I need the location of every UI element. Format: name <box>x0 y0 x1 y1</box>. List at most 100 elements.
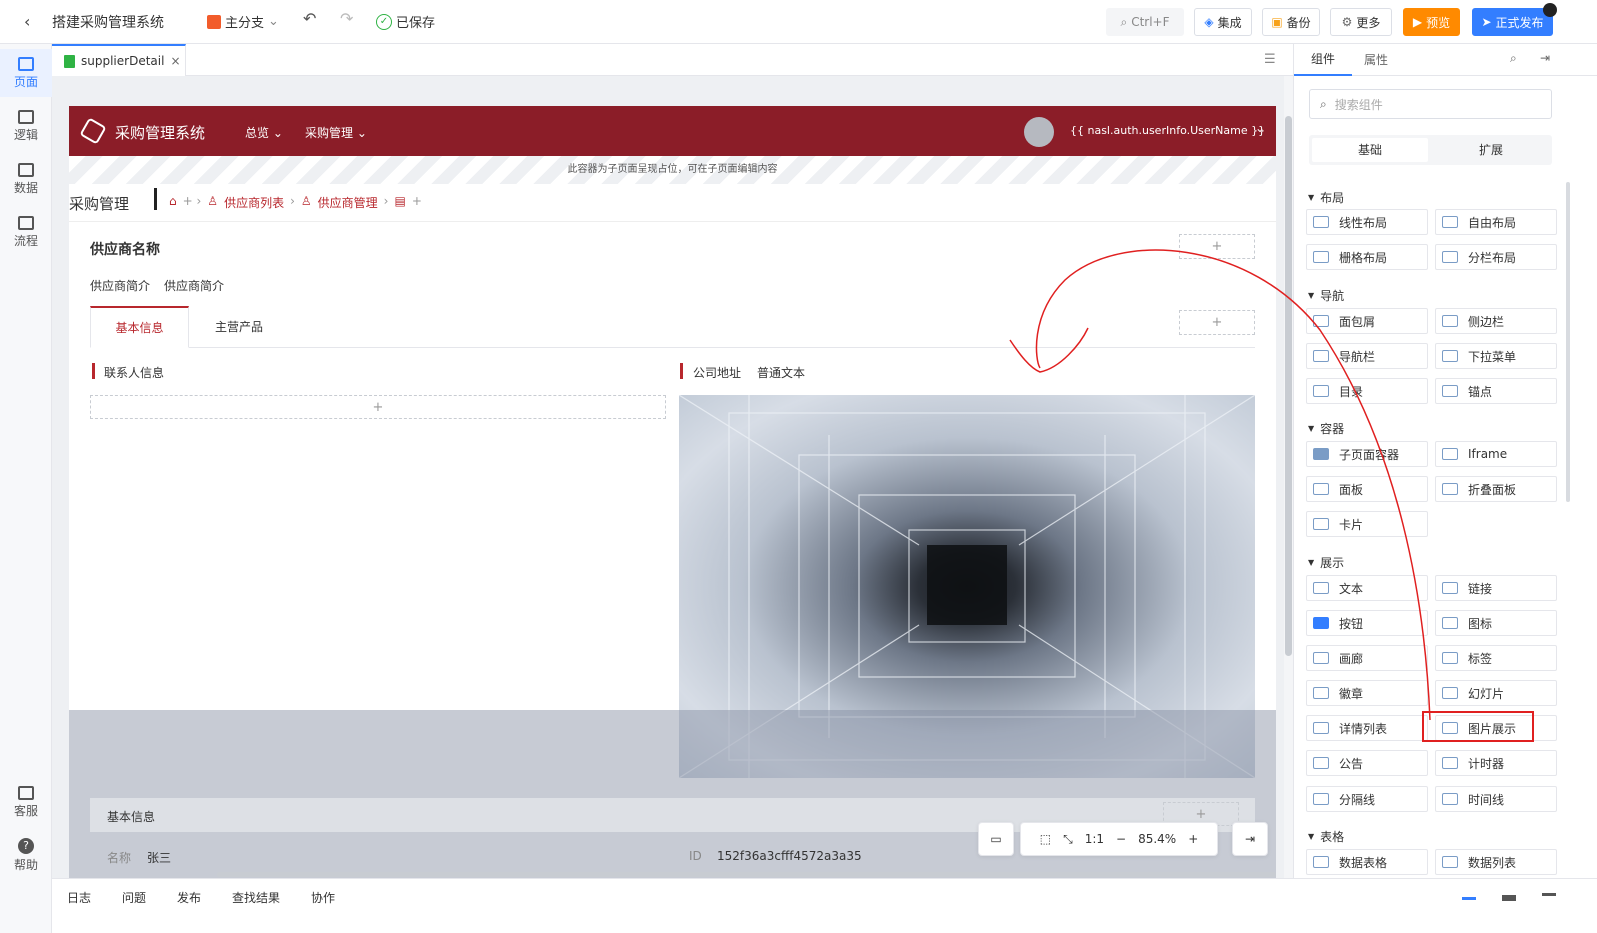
add-slot[interactable]: + <box>1179 234 1255 259</box>
comp-grid-layout[interactable]: 栅格布局 <box>1306 244 1428 270</box>
breadcrumb-item[interactable]: 供应商列表 <box>224 194 284 211</box>
horizontal-scrollbar[interactable] <box>217 872 1276 877</box>
component-search-input[interactable]: ⌕ 搜索组件 <box>1309 89 1552 119</box>
comp-button[interactable]: 按钮 <box>1306 610 1428 636</box>
comp-free-layout[interactable]: 自由布局 <box>1435 209 1557 235</box>
comp-card[interactable]: 卡片 <box>1306 511 1428 537</box>
comp-detail-list[interactable]: 详情列表 <box>1306 715 1428 741</box>
vertical-scrollbar[interactable] <box>1284 76 1293 878</box>
list-icon[interactable]: ☰ <box>1264 52 1276 67</box>
sidebar-item-logic[interactable]: 逻辑 <box>0 102 52 150</box>
comp-text[interactable]: 文本 <box>1306 575 1428 601</box>
section-header[interactable]: ▼ 导航 <box>1308 287 1344 304</box>
sidebar-item-data[interactable]: 数据 <box>0 155 52 203</box>
chevron-down-icon[interactable]: ⌄ <box>1255 121 1265 135</box>
comp-navbar[interactable]: 导航栏 <box>1306 343 1428 369</box>
tab-publish[interactable]: 发布 <box>177 889 201 906</box>
select-icon[interactable]: ⬚ <box>1040 832 1051 846</box>
search-shortcut: Ctrl+F <box>1131 15 1170 29</box>
tab-main-products[interactable]: 主营产品 <box>189 306 289 348</box>
undo-icon[interactable]: ↶ <box>303 9 316 28</box>
section-header[interactable]: ▼ 表格 <box>1308 828 1344 845</box>
comp-link[interactable]: 链接 <box>1435 575 1557 601</box>
section-header[interactable]: ▼ 容器 <box>1308 420 1344 437</box>
sidebar-item-page[interactable]: 页面 <box>0 49 52 97</box>
help-icon: ? <box>18 837 34 854</box>
comp-linear-layout[interactable]: 线性布局 <box>1306 209 1428 235</box>
zoom-out-button[interactable]: − <box>1116 832 1126 846</box>
subtab-extended[interactable]: 扩展 <box>1433 138 1549 162</box>
publish-button[interactable]: ➤ 正式发布 <box>1472 8 1553 36</box>
section-header[interactable]: ▼ 布局 <box>1308 189 1344 206</box>
search-button[interactable]: ⌕ Ctrl+F <box>1106 8 1184 36</box>
device-toggle-button[interactable]: ▭ <box>978 822 1014 856</box>
comp-tag[interactable]: 标签 <box>1435 645 1557 671</box>
comp-collapse[interactable]: 折叠面板 <box>1435 476 1557 502</box>
comp-badge[interactable]: 徽章 <box>1306 680 1428 706</box>
tab-search-results[interactable]: 查找结果 <box>232 889 280 906</box>
redo-icon[interactable]: ↷ <box>340 9 353 28</box>
column-layout-icon <box>1442 251 1458 263</box>
panel-scrollbar[interactable] <box>1566 182 1570 502</box>
sidebar-icon <box>1442 315 1458 327</box>
carousel-icon <box>1442 687 1458 699</box>
comp-breadcrumb[interactable]: 面包屑 <box>1306 308 1428 334</box>
tab-collaboration[interactable]: 协作 <box>311 889 335 906</box>
comp-data-table[interactable]: 数据表格 <box>1306 849 1428 875</box>
field-name-label: 名称 <box>107 851 132 865</box>
tab-components[interactable]: 组件 <box>1294 44 1352 76</box>
collapse-panel-button[interactable]: ⇥ <box>1232 822 1268 856</box>
menu-overview[interactable]: 总览 ⌄ <box>245 124 283 141</box>
section-header[interactable]: ▼ 展示 <box>1308 554 1344 571</box>
comp-timeline[interactable]: 时间线 <box>1435 786 1557 812</box>
preview-button[interactable]: ▶ 预览 <box>1403 8 1460 36</box>
comp-notice[interactable]: 公告 <box>1306 750 1428 776</box>
add-slot[interactable]: + <box>90 395 666 419</box>
sidebar-item-support[interactable]: 客服 <box>0 778 52 826</box>
comp-gallery[interactable]: 画廊 <box>1306 645 1428 671</box>
menu-procurement[interactable]: 采购管理 ⌄ <box>305 124 367 141</box>
shrink-icon[interactable]: ⤡ <box>1063 832 1073 847</box>
comp-timer[interactable]: 计时器 <box>1435 750 1557 776</box>
more-button[interactable]: ⚙ 更多 <box>1330 8 1392 36</box>
back-button[interactable]: ‹ <box>24 12 30 31</box>
comp-dropdown[interactable]: 下拉菜单 <box>1435 343 1557 369</box>
breadcrumb-item[interactable]: 供应商管理 <box>318 194 378 211</box>
subtab-basic[interactable]: 基础 <box>1312 138 1428 162</box>
add-slot[interactable]: + <box>1179 310 1255 335</box>
integrate-button[interactable]: ◈ 集成 <box>1194 8 1252 36</box>
home-icon[interactable]: ⌂ <box>169 194 177 211</box>
comp-toc[interactable]: 目录 <box>1306 378 1428 404</box>
zoom-in-button[interactable]: + <box>1188 832 1198 846</box>
comp-sidebar[interactable]: 侧边栏 <box>1435 308 1557 334</box>
tab-issues[interactable]: 问题 <box>122 889 146 906</box>
backup-button[interactable]: ▣ 备份 <box>1262 8 1320 36</box>
sidebar-item-help[interactable]: ? 帮助 <box>0 831 52 879</box>
comp-data-list[interactable]: 数据列表 <box>1435 849 1557 875</box>
comp-subpage-container[interactable]: 子页面容器 <box>1306 441 1428 467</box>
avatar[interactable] <box>1024 117 1054 147</box>
comp-iframe[interactable]: Iframe <box>1435 441 1557 467</box>
comp-anchor[interactable]: 锚点 <box>1435 378 1557 404</box>
sidebar-item-flow[interactable]: 流程 <box>0 208 52 256</box>
supplier-intro: 供应商简介 供应商简介 <box>90 279 225 293</box>
tab-basic-info[interactable]: 基本信息 <box>90 306 189 348</box>
file-tab[interactable]: supplierDetail × <box>52 44 186 76</box>
branch-selector[interactable]: 主分支 ⌄ <box>207 12 279 31</box>
app-header: 采购管理系统 总览 ⌄ 采购管理 ⌄ {{ nasl.auth.userInfo… <box>69 106 1276 156</box>
tab-properties[interactable]: 属性 <box>1352 44 1400 76</box>
zoom-reset[interactable]: 1:1 <box>1085 832 1104 846</box>
comp-carousel[interactable]: 幻灯片 <box>1435 680 1557 706</box>
layout-bottom-icon[interactable] <box>1462 897 1476 900</box>
comp-icon[interactable]: 图标 <box>1435 610 1557 636</box>
collapse-icon[interactable]: ⇥ <box>1540 51 1550 65</box>
comp-panel[interactable]: 面板 <box>1306 476 1428 502</box>
layout-half-icon[interactable] <box>1502 895 1516 901</box>
comp-divider[interactable]: 分隔线 <box>1306 786 1428 812</box>
close-icon[interactable]: × <box>170 54 180 68</box>
layout-full-icon[interactable] <box>1542 893 1556 903</box>
navbar-icon <box>1313 350 1329 362</box>
comp-column-layout[interactable]: 分栏布局 <box>1435 244 1557 270</box>
search-icon[interactable]: ⌕ <box>1510 51 1517 66</box>
tab-log[interactable]: 日志 <box>67 889 91 906</box>
